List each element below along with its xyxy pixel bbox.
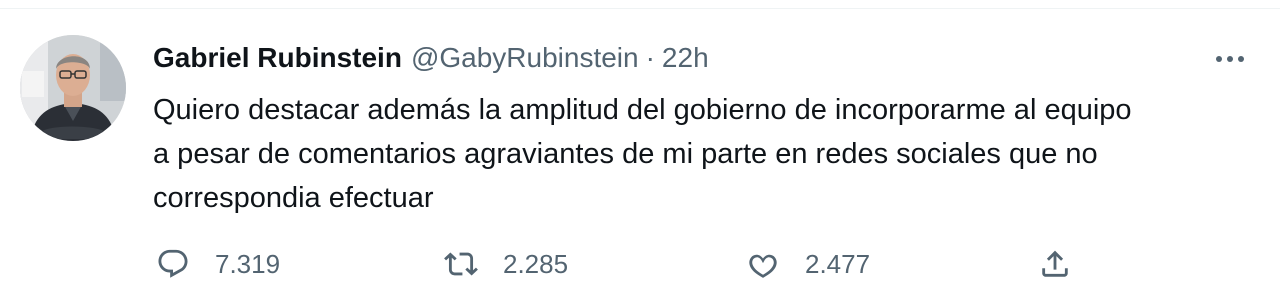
author-display-name[interactable]: Gabriel Rubinstein <box>153 40 402 76</box>
tweet-text-line: a pesar de comentarios agraviantes de mi… <box>153 138 1098 170</box>
more-options-icon <box>1216 56 1244 62</box>
retweet-icon <box>444 252 478 276</box>
share-icon <box>1042 250 1068 277</box>
more-options-button[interactable] <box>1212 47 1248 71</box>
heart-icon <box>749 254 777 278</box>
action-bar: 7.319 2.285 2.477 <box>153 244 1263 284</box>
like-button[interactable]: 2.477 <box>743 244 870 284</box>
retweet-button[interactable]: 2.285 <box>441 244 568 284</box>
tweet-text-line: correspondia efectuar <box>153 182 434 214</box>
reply-icon <box>158 249 188 278</box>
share-button[interactable] <box>1035 244 1075 284</box>
like-count: 2.477 <box>805 248 871 279</box>
avatar-photo <box>20 35 126 141</box>
author-handle[interactable]: @GabyRubinstein <box>411 40 639 76</box>
header-separator: · <box>645 42 655 73</box>
reply-count: 7.319 <box>215 248 281 279</box>
reply-button[interactable]: 7.319 <box>153 244 280 284</box>
tweet-header: Gabriel Rubinstein @GabyRubinstein · 22h <box>153 40 709 76</box>
tweet-text: Quiero destacar además la amplitud del g… <box>153 88 1263 220</box>
avatar[interactable] <box>20 35 126 141</box>
tweet-timestamp[interactable]: 22h <box>662 40 709 76</box>
retweet-count: 2.285 <box>503 248 569 279</box>
tweet-card[interactable]: Gabriel Rubinstein @GabyRubinstein · 22h… <box>0 9 1280 294</box>
tweet-text-line: Quiero destacar además la amplitud del g… <box>153 94 1132 126</box>
